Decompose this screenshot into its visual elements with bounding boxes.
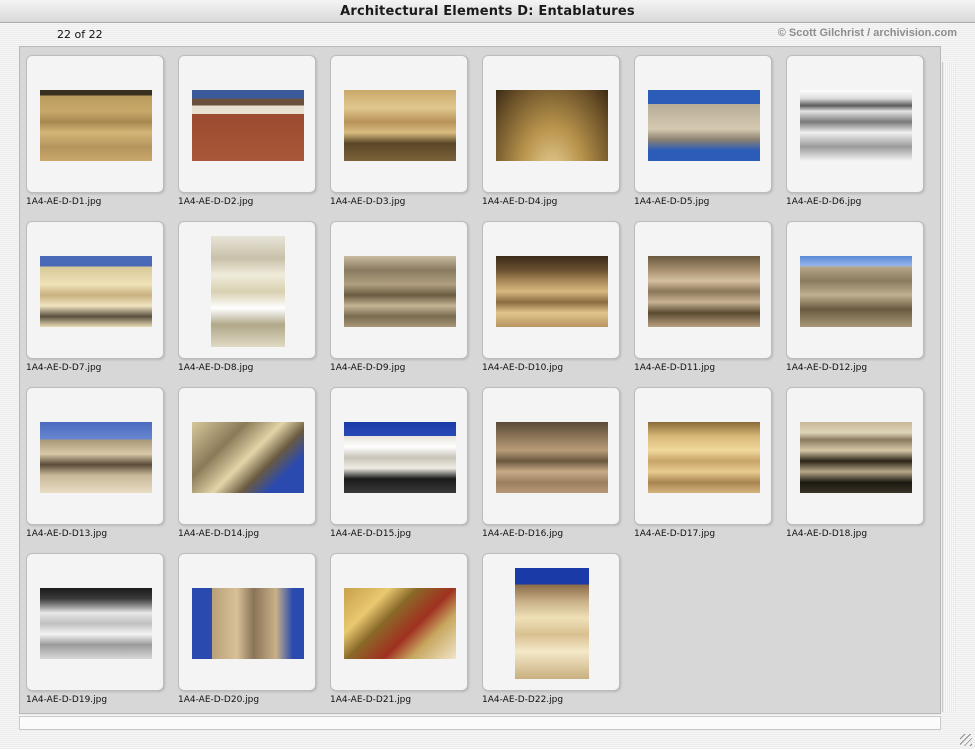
thumbnail-filename: 1A4-AE-D-D18.jpg <box>786 529 868 539</box>
thumbnail-card[interactable] <box>482 553 620 691</box>
thumbnail-filename: 1A4-AE-D-D20.jpg <box>178 695 260 705</box>
thumbnail-grid: 1A4-AE-D-D1.jpg 1A4-AE-D-D2.jpg 1A4-AE-D… <box>19 46 941 714</box>
thumbnail-image <box>496 256 608 327</box>
header-row: 22 of 22 © Scott Gilchrist / archivision… <box>0 22 975 46</box>
thumbnail-image <box>648 90 760 161</box>
thumbnail-item[interactable]: 1A4-AE-D-D13.jpg <box>20 379 164 539</box>
thumbnail-item[interactable]: 1A4-AE-D-D1.jpg <box>20 47 164 207</box>
thumbnail-item[interactable]: 1A4-AE-D-D20.jpg <box>172 545 316 705</box>
thumbnail-filename: 1A4-AE-D-D4.jpg <box>482 197 558 207</box>
thumbnail-filename: 1A4-AE-D-D9.jpg <box>330 363 406 373</box>
thumbnail-image <box>648 256 760 327</box>
thumbnail-filename: 1A4-AE-D-D21.jpg <box>330 695 412 705</box>
thumbnail-filename: 1A4-AE-D-D5.jpg <box>634 197 710 207</box>
thumbnail-card[interactable] <box>26 387 164 525</box>
thumbnail-image <box>192 588 304 659</box>
thumbnail-item[interactable]: 1A4-AE-D-D22.jpg <box>476 545 620 705</box>
thumbnail-item[interactable]: 1A4-AE-D-D5.jpg <box>628 47 772 207</box>
thumbnail-card[interactable] <box>786 55 924 193</box>
thumbnail-filename: 1A4-AE-D-D14.jpg <box>178 529 260 539</box>
thumbnail-card[interactable] <box>26 553 164 691</box>
thumbnail-card[interactable] <box>178 553 316 691</box>
thumbnail-image <box>496 422 608 493</box>
thumbnail-card[interactable] <box>330 553 468 691</box>
thumbnail-image <box>192 90 304 161</box>
thumbnail-filename: 1A4-AE-D-D11.jpg <box>634 363 716 373</box>
thumbnail-card[interactable] <box>634 221 772 359</box>
thumbnail-card[interactable] <box>330 221 468 359</box>
thumbnail-filename: 1A4-AE-D-D22.jpg <box>482 695 564 705</box>
thumbnail-image <box>800 422 912 493</box>
thumbnail-item[interactable]: 1A4-AE-D-D19.jpg <box>20 545 164 705</box>
thumbnail-item[interactable]: 1A4-AE-D-D9.jpg <box>324 213 468 373</box>
thumbnail-card[interactable] <box>482 55 620 193</box>
thumbnail-image <box>40 588 152 659</box>
thumbnail-card[interactable] <box>786 387 924 525</box>
thumbnail-item[interactable]: 1A4-AE-D-D15.jpg <box>324 379 468 539</box>
thumbnail-filename: 1A4-AE-D-D8.jpg <box>178 363 254 373</box>
thumbnail-filename: 1A4-AE-D-D2.jpg <box>178 197 254 207</box>
thumbnail-item[interactable]: 1A4-AE-D-D8.jpg <box>172 213 316 373</box>
thumbnail-item[interactable]: 1A4-AE-D-D11.jpg <box>628 213 772 373</box>
vertical-scrollbar[interactable] <box>942 62 956 712</box>
thumbnail-card[interactable] <box>330 387 468 525</box>
thumbnail-image <box>211 236 285 347</box>
thumbnail-card[interactable] <box>482 221 620 359</box>
thumbnail-card[interactable] <box>634 387 772 525</box>
thumbnail-filename: 1A4-AE-D-D12.jpg <box>786 363 868 373</box>
thumbnail-filename: 1A4-AE-D-D1.jpg <box>26 197 102 207</box>
thumbnail-filename: 1A4-AE-D-D6.jpg <box>786 197 862 207</box>
image-count: 22 of 22 <box>57 28 103 41</box>
thumbnail-card[interactable] <box>178 387 316 525</box>
thumbnail-item[interactable]: 1A4-AE-D-D6.jpg <box>780 47 924 207</box>
thumbnail-item[interactable]: 1A4-AE-D-D4.jpg <box>476 47 620 207</box>
thumbnail-card[interactable] <box>330 55 468 193</box>
resize-grip-icon[interactable] <box>960 734 972 746</box>
thumbnail-filename: 1A4-AE-D-D19.jpg <box>26 695 108 705</box>
thumbnail-image <box>344 90 456 161</box>
thumbnail-filename: 1A4-AE-D-D17.jpg <box>634 529 716 539</box>
thumbnail-image <box>496 90 608 161</box>
thumbnail-card[interactable] <box>26 221 164 359</box>
thumbnail-image <box>344 588 456 659</box>
thumbnail-item[interactable]: 1A4-AE-D-D10.jpg <box>476 213 620 373</box>
thumbnail-image <box>40 422 152 493</box>
thumbnail-filename: 1A4-AE-D-D7.jpg <box>26 363 102 373</box>
thumbnail-item[interactable]: 1A4-AE-D-D21.jpg <box>324 545 468 705</box>
thumbnail-card[interactable] <box>26 55 164 193</box>
thumbnail-item[interactable]: 1A4-AE-D-D17.jpg <box>628 379 772 539</box>
thumbnail-image <box>192 422 304 493</box>
thumbnail-image <box>648 422 760 493</box>
thumbnail-card[interactable] <box>178 221 316 359</box>
window-title: Architectural Elements D: Entablatures <box>340 3 635 19</box>
copyright-notice: © Scott Gilchrist / archivision.com <box>777 27 957 39</box>
thumbnail-image <box>344 256 456 327</box>
thumbnail-image <box>344 422 456 493</box>
thumbnail-card[interactable] <box>634 55 772 193</box>
thumbnail-item[interactable]: 1A4-AE-D-D2.jpg <box>172 47 316 207</box>
status-bar <box>19 716 941 730</box>
thumbnail-filename: 1A4-AE-D-D10.jpg <box>482 363 564 373</box>
thumbnail-card[interactable] <box>786 221 924 359</box>
thumbnail-item[interactable]: 1A4-AE-D-D12.jpg <box>780 213 924 373</box>
thumbnail-image <box>515 568 589 679</box>
thumbnail-filename: 1A4-AE-D-D3.jpg <box>330 197 406 207</box>
thumbnail-item[interactable]: 1A4-AE-D-D16.jpg <box>476 379 620 539</box>
thumbnail-filename: 1A4-AE-D-D15.jpg <box>330 529 412 539</box>
thumbnail-image <box>800 256 912 327</box>
thumbnail-image <box>800 90 912 161</box>
thumbnail-item[interactable]: 1A4-AE-D-D18.jpg <box>780 379 924 539</box>
thumbnail-item[interactable]: 1A4-AE-D-D7.jpg <box>20 213 164 373</box>
thumbnail-filename: 1A4-AE-D-D16.jpg <box>482 529 564 539</box>
thumbnail-filename: 1A4-AE-D-D13.jpg <box>26 529 108 539</box>
thumbnail-card[interactable] <box>178 55 316 193</box>
thumbnail-card[interactable] <box>482 387 620 525</box>
title-bar[interactable]: Architectural Elements D: Entablatures <box>0 0 975 23</box>
thumbnail-image <box>40 256 152 327</box>
thumbnail-item[interactable]: 1A4-AE-D-D3.jpg <box>324 47 468 207</box>
thumbnail-item[interactable]: 1A4-AE-D-D14.jpg <box>172 379 316 539</box>
thumbnail-image <box>40 90 152 161</box>
